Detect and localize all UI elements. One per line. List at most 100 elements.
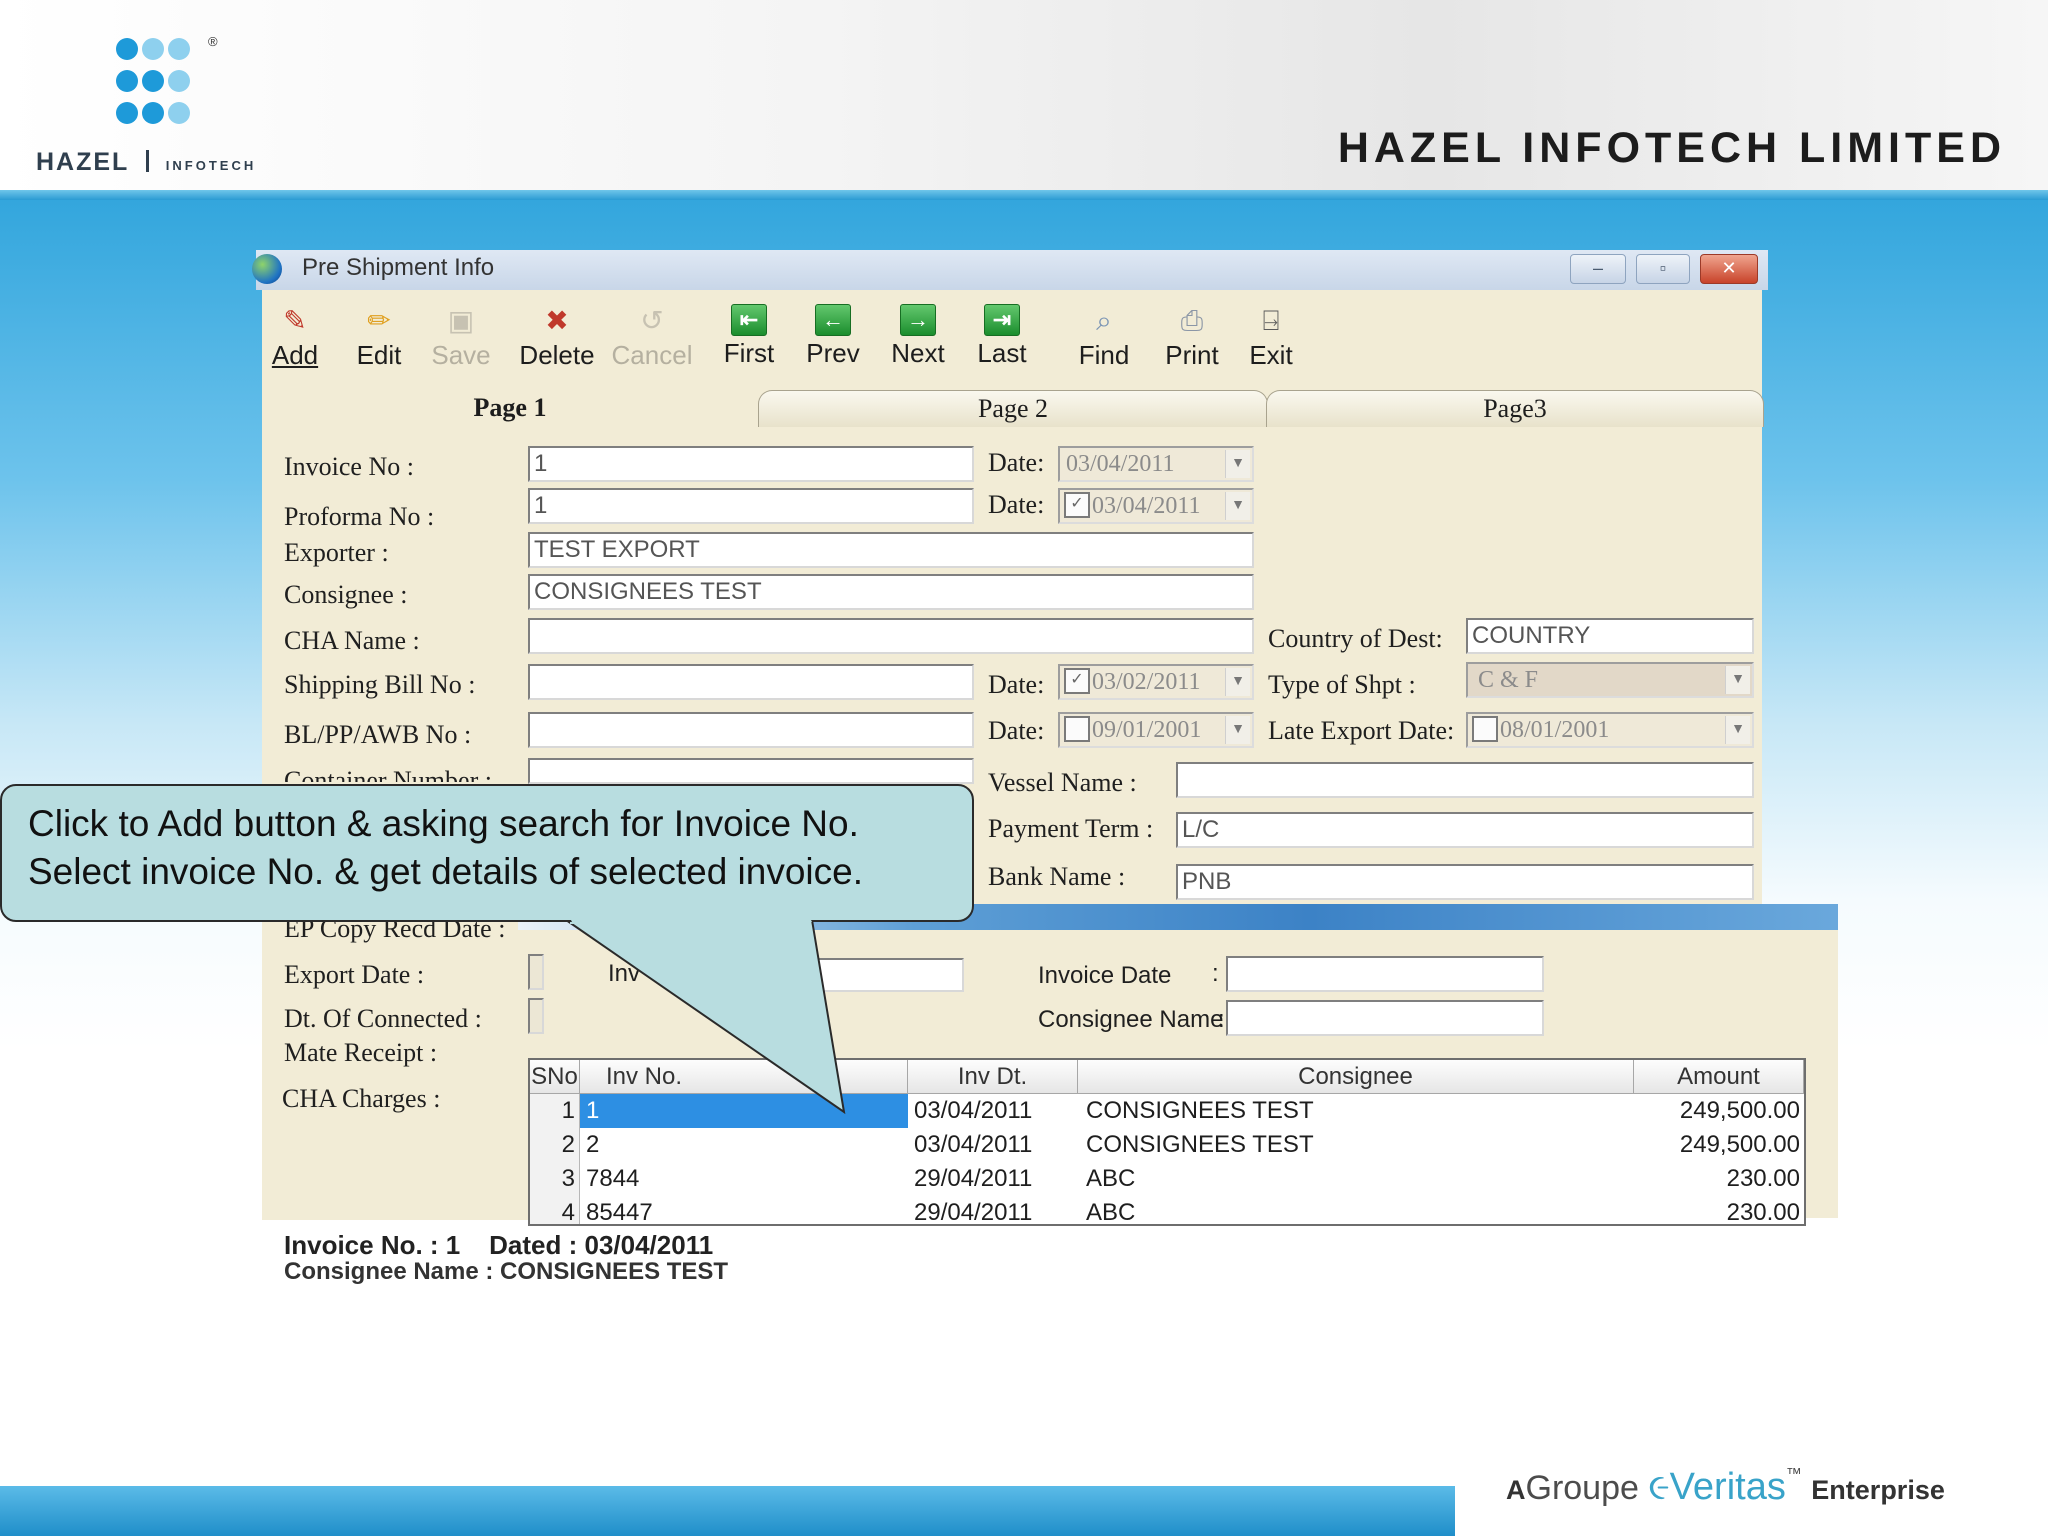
row-sno: 3 [530,1162,580,1196]
search-inv-no-label: Inv [608,960,641,987]
chevron-down-icon[interactable]: ▼ [1725,666,1750,694]
next-button[interactable]: → Next [886,304,950,369]
first-button[interactable]: ⇤ First [720,304,778,369]
footer-band [0,1486,1455,1536]
restore-button[interactable]: ▫ [1636,254,1690,284]
footer-prefix: A [1506,1475,1526,1505]
column-header-inv-dt[interactable]: Inv Dt. [908,1060,1078,1094]
column-header-sno[interactable]: SNo [530,1060,580,1094]
shipping-bill-date-checkbox[interactable]: ✓ [1064,668,1090,695]
find-button[interactable]: ⌕ Find [1074,304,1134,371]
chevron-down-icon[interactable]: ▼ [1225,450,1250,478]
registered-mark: ® [208,34,218,49]
export-date-label: Export Date : [284,960,425,989]
close-button[interactable]: ✕ [1700,254,1758,284]
invoice-no-field[interactable]: 1 [528,446,974,482]
row-inv-no[interactable]: 85447 [586,1196,908,1224]
shipping-bill-field[interactable] [528,664,974,700]
row-inv-no[interactable]: 2 [586,1128,908,1162]
cancel-label: Cancel [611,340,693,370]
proforma-no-label: Proforma No : [284,502,435,531]
company-name: HAZEL INFOTECH LIMITED [1337,124,2006,172]
find-label: Find [1078,340,1130,370]
table-row[interactable]: 3 7844 29/04/2011 ABC 230.00 [530,1162,1804,1196]
late-export-checkbox[interactable] [1472,716,1498,743]
table-row[interactable]: 4 85447 29/04/2011 ABC 230.00 [530,1196,1804,1224]
cha-name-field[interactable] [528,618,1254,654]
bl-awb-label: BL/PP/AWB No : [284,720,472,749]
callout-line-2: Select invoice No. & get details of sele… [28,851,864,892]
chevron-down-icon[interactable]: ▼ [1225,492,1250,520]
edit-button[interactable]: ✏ Edit [354,304,404,371]
pencil-icon: ✏ [367,305,391,336]
column-header-consignee[interactable]: Consignee [1078,1060,1634,1094]
footer-tm: ™ [1785,1466,1802,1483]
last-button[interactable]: ⇥ Last [972,304,1032,369]
consignee-field[interactable]: CONSIGNEES TEST [528,574,1254,610]
proforma-no-field[interactable]: 1 [528,488,974,524]
row-inv-dt: 29/04/2011 [914,1165,1033,1192]
tab-page-2[interactable]: Page 2 [758,390,1268,427]
print-button[interactable]: ⎙ Print [1162,304,1222,371]
vessel-name-field[interactable] [1176,762,1754,798]
type-shpt-label: Type of Shpt : [1268,670,1416,699]
next-label: Next [891,338,945,368]
row-inv-no[interactable]: 7844 [586,1162,908,1196]
search-consignee-name-field[interactable] [1226,1000,1544,1036]
search-invoice-date-field[interactable] [1226,956,1544,992]
shipping-bill-date-picker[interactable]: ✓ 03/02/2011 ▼ [1058,664,1254,700]
row-amount: 230.00 [1726,1165,1800,1192]
exporter-field[interactable]: TEST EXPORT [528,532,1254,568]
invoice-date-picker[interactable]: 03/04/2011 ▼ [1058,446,1254,482]
country-dest-field[interactable]: COUNTRY [1466,618,1754,654]
dt-connected-label: Dt. Of Connected : [284,1004,482,1033]
dt-connected-field[interactable] [528,998,544,1034]
bank-name-field[interactable]: PNB [1176,864,1754,900]
minimize-button[interactable]: – [1570,254,1626,284]
proforma-date-checkbox[interactable]: ✓ [1064,492,1090,519]
type-shpt-select[interactable]: C & F ▼ [1466,662,1754,698]
chevron-down-icon[interactable]: ▼ [1225,668,1250,696]
cancel-button[interactable]: ↺ Cancel [610,304,694,371]
invoice-date-value: 03/04/2011 [1066,451,1175,477]
payment-term-label: Payment Term : [988,814,1154,843]
container-number-label: Container Number : [284,766,492,782]
row-sno: 2 [530,1128,580,1162]
add-button[interactable]: ✎ Add [270,304,320,371]
delete-button[interactable]: ✖ Delete [516,304,598,371]
invoice-results-grid[interactable]: SNo Inv No. Inv Dt. Consignee Amount 1 1… [528,1058,1806,1226]
bl-date-picker[interactable]: 09/01/2001 ▼ [1058,712,1254,748]
exit-button[interactable]: ⍈ Exit [1246,304,1296,371]
footer-groupe: Groupe [1525,1469,1639,1507]
late-export-date-picker[interactable]: 08/01/2001 ▼ [1466,712,1754,748]
chevron-down-icon[interactable]: ▼ [1725,716,1750,744]
bl-date-value: 09/01/2001 [1092,717,1202,743]
proforma-date-value: 03/04/2011 [1092,493,1201,519]
payment-term-field[interactable]: L/C [1176,812,1754,848]
column-header-amount[interactable]: Amount [1634,1060,1804,1094]
table-row[interactable]: 1 1 03/04/2011 CONSIGNEES TEST 249,500.0… [530,1094,1804,1128]
exit-door-icon: ⍈ [1262,305,1280,336]
row-inv-no[interactable]: 1 [580,1094,908,1128]
proforma-date-picker[interactable]: ✓ 03/04/2011 ▼ [1058,488,1254,524]
company-logo [116,38,206,138]
veritas-swirl-icon: ૯ [1648,1466,1670,1507]
undo-icon: ↺ [640,305,664,336]
save-button[interactable]: ▣ Save [430,304,492,371]
container-number-field[interactable] [528,758,974,784]
cha-name-label: CHA Name : [284,626,420,655]
bl-awb-field[interactable] [528,712,974,748]
search-inv-no-field[interactable] [806,958,964,992]
find-icon: ⌕ [1096,305,1112,336]
export-date-field[interactable] [528,954,544,990]
bl-date-checkbox[interactable] [1064,716,1090,743]
callout-text: Click to Add button & asking search for … [28,800,968,896]
first-label: First [723,338,775,368]
tab-page-1[interactable]: Page 1 [262,390,758,426]
window-titlebar: Pre Shipment Info – ▫ ✕ [252,250,1768,290]
chevron-down-icon[interactable]: ▼ [1225,716,1250,744]
column-header-inv-no[interactable]: Inv No. [580,1060,908,1094]
tab-page-3[interactable]: Page3 [1266,390,1764,427]
prev-button[interactable]: ← Prev [802,304,864,369]
table-row[interactable]: 2 2 03/04/2011 CONSIGNEES TEST 249,500.0… [530,1128,1804,1162]
